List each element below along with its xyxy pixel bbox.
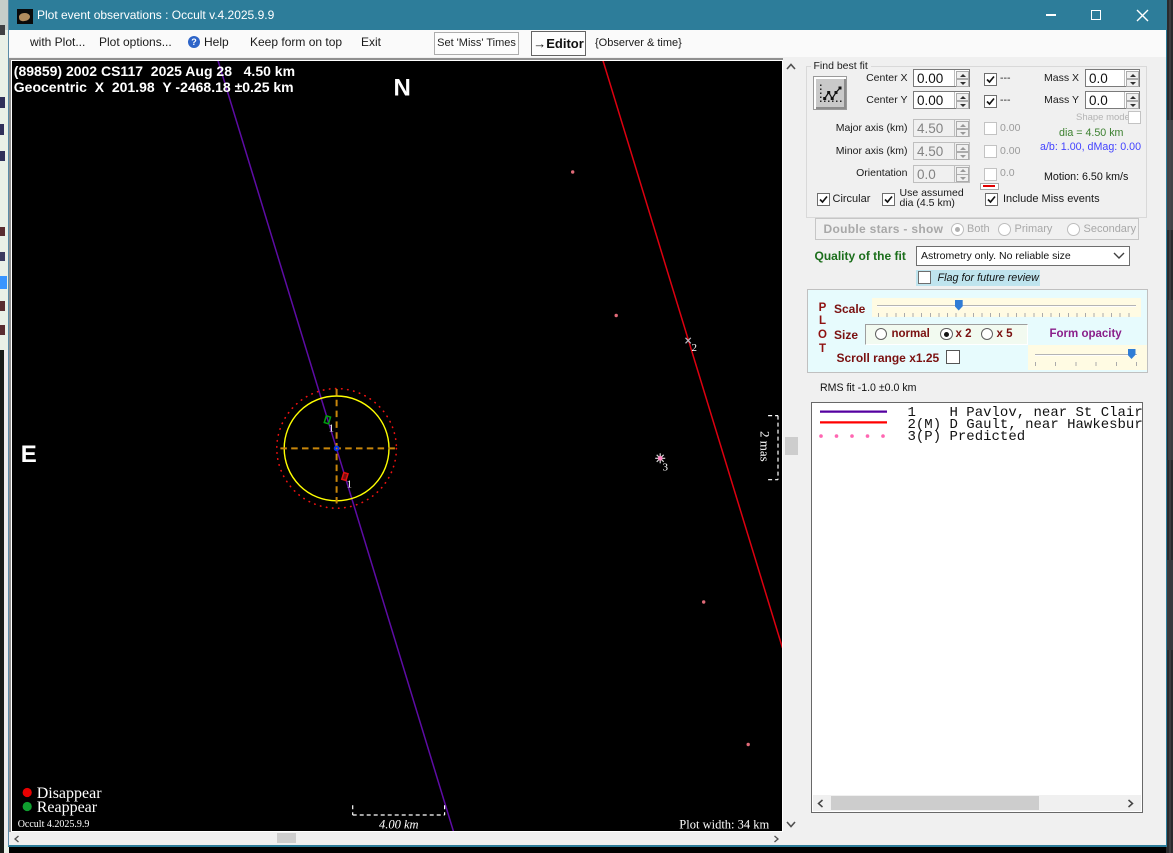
- svg-text:3: 3: [663, 462, 669, 474]
- svg-text:Plot width: 34 km: Plot width: 34 km: [680, 818, 770, 831]
- svg-text:4.00 km: 4.00 km: [379, 818, 419, 831]
- svg-text:N: N: [394, 75, 411, 102]
- svg-text:2 mas: 2 mas: [758, 431, 773, 462]
- svg-text:Geocentric X 201.98 Y -2468: Geocentric X 201.98 Y -2468.18 ±0.25 km: [14, 79, 294, 95]
- svg-text:1: 1: [347, 479, 353, 491]
- svg-text:1: 1: [329, 422, 335, 434]
- svg-text:E: E: [21, 441, 37, 468]
- svg-text:2: 2: [692, 342, 698, 354]
- svg-text:Reappear: Reappear: [37, 799, 98, 816]
- svg-text:Occult 4.2025.9.9: Occult 4.2025.9.9: [18, 819, 90, 830]
- svg-text:(89859) 2002 CS117 2025 Aug 2: (89859) 2002 CS117 2025 Aug 28 4.50 km: [14, 63, 295, 79]
